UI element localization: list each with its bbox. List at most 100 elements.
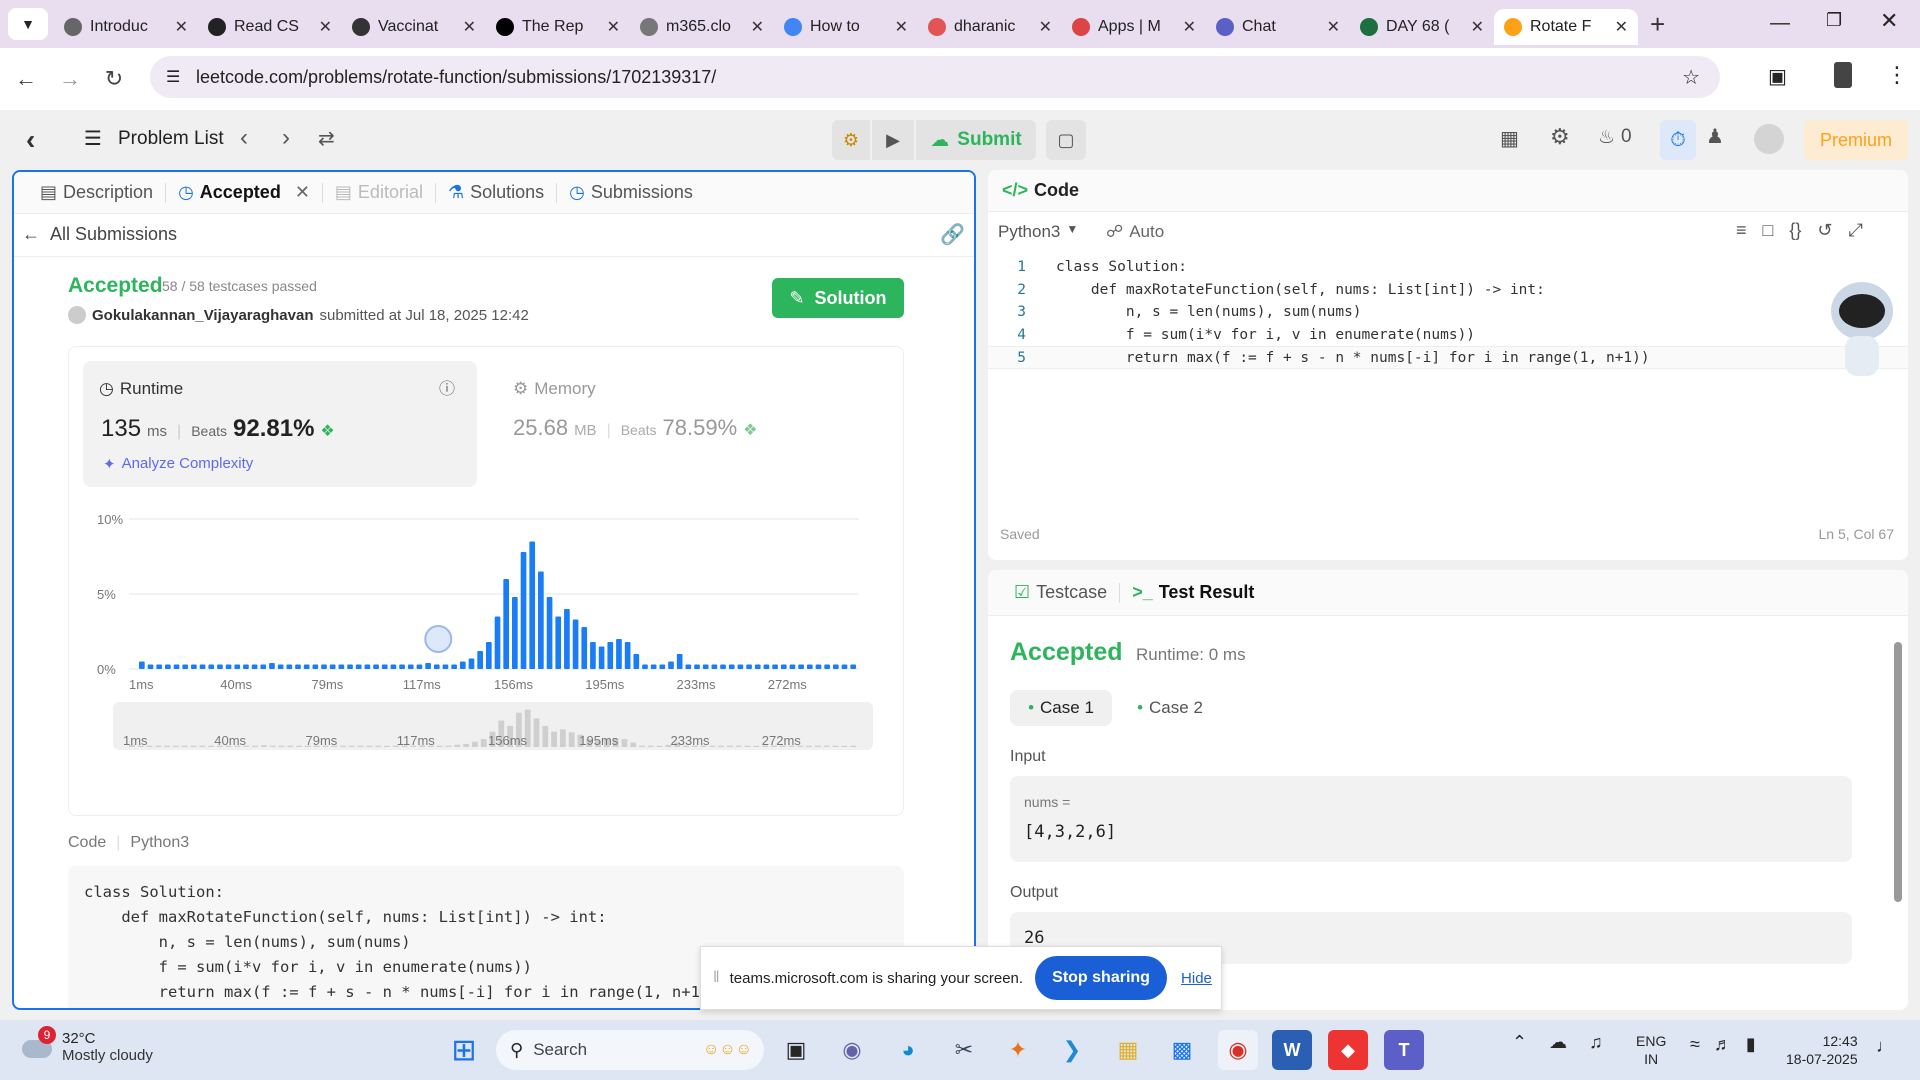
chart-bar[interactable] — [850, 664, 856, 670]
chart-bar[interactable] — [564, 609, 570, 669]
teams-meet-icon[interactable]: ◉ — [832, 1030, 872, 1070]
chart-bar[interactable] — [702, 664, 709, 670]
close-window-button[interactable]: ✕ — [1880, 8, 1898, 34]
chart-bar[interactable] — [451, 664, 457, 670]
close-tab-icon[interactable]: ✕ — [895, 17, 908, 37]
new-tab-button[interactable]: + — [1650, 9, 1665, 40]
store-icon[interactable]: ▩ — [1162, 1030, 1202, 1070]
chart-bar[interactable] — [598, 646, 605, 670]
restore-button[interactable]: ❐ — [1826, 10, 1842, 31]
chart-bar[interactable] — [459, 661, 466, 670]
chart-bar[interactable] — [165, 664, 171, 670]
task-view-icon[interactable]: ▣ — [776, 1030, 816, 1070]
chart-bar[interactable] — [485, 642, 492, 669]
minimize-button[interactable]: — — [1770, 12, 1790, 35]
chart-bar[interactable] — [355, 664, 362, 670]
chart-bar[interactable] — [815, 664, 822, 670]
share-link-icon[interactable]: 🔗 — [940, 222, 965, 247]
chart-bar[interactable] — [555, 616, 562, 670]
chart-bar[interactable] — [720, 664, 726, 670]
edge-icon[interactable]: ◕ — [888, 1030, 928, 1070]
chart-bar[interactable] — [538, 571, 544, 670]
browser-tab[interactable]: Read CS ✕ — [198, 9, 342, 45]
chart-bar[interactable] — [512, 597, 518, 669]
leetcode-logo-icon[interactable]: ‹ — [26, 124, 50, 155]
chart-bar[interactable] — [728, 664, 735, 670]
quick-settings[interactable]: ≈ ♬ ▮ — [1690, 1034, 1756, 1055]
tab-test-result[interactable]: >_ Test Result — [1120, 582, 1266, 603]
word-icon[interactable]: W — [1272, 1030, 1312, 1070]
timer-icon[interactable]: ⏱ — [1660, 120, 1696, 160]
chart-bar[interactable] — [824, 664, 830, 670]
memory-card[interactable]: ⚙ Memory 25.68 MB | Beats 78.59% ❖ — [505, 361, 885, 487]
file-explorer-icon[interactable]: ▦ — [1108, 1030, 1148, 1070]
stop-sharing-button[interactable]: Stop sharing — [1035, 956, 1168, 1000]
runtime-card[interactable]: ◷ Runtime ⓘ 135 ms | Beats 92.81% ❖ ✦ Anal… — [83, 361, 477, 487]
layout-icon[interactable]: ▦ — [1500, 126, 1519, 151]
close-tab-icon[interactable]: ✕ — [1471, 17, 1484, 37]
debug-button[interactable]: ⚙ — [832, 120, 870, 160]
chart-bar[interactable] — [642, 664, 648, 670]
taskbar-search[interactable]: ⚲ Search ☺☺☺ — [496, 1030, 764, 1070]
chart-bar[interactable] — [147, 664, 154, 670]
premium-button[interactable]: Premium — [1804, 120, 1908, 160]
bookmark-star-icon[interactable]: ☆ — [1682, 65, 1700, 90]
chart-bar[interactable] — [251, 664, 258, 670]
teams-icon[interactable]: T — [1384, 1030, 1424, 1070]
chart-bar[interactable] — [798, 664, 804, 670]
chart-bar[interactable] — [616, 639, 622, 669]
chart-bar[interactable] — [199, 664, 206, 670]
reset-icon[interactable]: ↺ — [1817, 220, 1832, 241]
url-field[interactable]: ☰ leetcode.com/problems/rotate-function/… — [150, 56, 1720, 98]
chart-bar[interactable] — [694, 664, 700, 670]
tab-search-button[interactable]: ▼ — [8, 8, 48, 40]
chart-bar[interactable] — [668, 661, 674, 670]
streak-button[interactable]: ♨ 0 — [1598, 126, 1632, 149]
expand-icon[interactable]: ⤢ — [1849, 220, 1863, 241]
chart-bar[interactable] — [754, 664, 761, 670]
shuffle-icon[interactable]: ⇄ — [318, 126, 335, 151]
close-tab-icon[interactable]: ✕ — [319, 17, 332, 37]
all-submissions-link[interactable]: ← All Submissions — [22, 224, 177, 245]
chart-bar[interactable] — [659, 664, 666, 670]
chart-bar[interactable] — [832, 664, 839, 670]
chart-bar[interactable] — [650, 664, 657, 670]
chart-bar[interactable] — [737, 664, 744, 670]
chart-bar[interactable] — [303, 664, 310, 670]
chart-bar[interactable] — [841, 664, 848, 670]
reload-icon[interactable]: ↻ — [96, 61, 132, 97]
runtime-distribution-chart[interactable]: 10% 5% 0% 1ms 40ms 79ms 117ms 156ms 195ms 233ms 27… — [69, 497, 905, 797]
browser-tab[interactable]: Chat ✕ — [1206, 9, 1350, 45]
chart-bar[interactable] — [685, 664, 692, 670]
browser-tab[interactable]: How to ✕ — [774, 9, 918, 45]
microphone-icon[interactable]: ♫ — [1589, 1032, 1603, 1053]
chart-bar[interactable] — [260, 664, 267, 670]
chart-bar[interactable] — [520, 552, 527, 669]
tab-solutions[interactable]: ⚗ Solutions — [436, 182, 558, 203]
hide-link[interactable]: Hide — [1181, 970, 1212, 987]
chart-bar[interactable] — [425, 663, 431, 669]
chart-bar[interactable] — [390, 664, 397, 670]
chart-bar[interactable] — [806, 664, 813, 670]
browser-tab[interactable]: dharanic ✕ — [918, 9, 1062, 45]
clock[interactable]: 12:43 18-07-2025 — [1786, 1032, 1858, 1068]
chrome-icon[interactable]: ◉ — [1218, 1030, 1258, 1070]
close-tab-icon[interactable]: ✕ — [463, 17, 476, 37]
chart-bar[interactable] — [381, 664, 388, 670]
profile-icon[interactable] — [1834, 62, 1852, 88]
chart-bar[interactable] — [312, 664, 319, 670]
language-select[interactable]: Python3 ▼ — [998, 222, 1078, 242]
browser-tab[interactable]: The Rep ✕ — [486, 9, 630, 45]
close-tab-icon[interactable]: ✕ — [751, 17, 764, 37]
close-tab-icon[interactable]: ✕ — [1039, 17, 1052, 37]
forward-icon[interactable]: → — [52, 61, 88, 97]
scrollbar[interactable] — [1894, 642, 1902, 902]
chart-bar[interactable] — [399, 664, 405, 670]
braces-icon[interactable]: {} — [1789, 220, 1801, 241]
chart-bar[interactable] — [468, 658, 475, 670]
browser-tab[interactable]: Apps | M ✕ — [1062, 9, 1206, 45]
close-tab-icon[interactable]: ✕ — [1327, 17, 1340, 37]
chart-bar[interactable] — [364, 664, 371, 670]
close-tab-icon[interactable]: ✕ — [607, 17, 620, 37]
tab-testcase[interactable]: ☑ Testcase — [1002, 582, 1121, 603]
